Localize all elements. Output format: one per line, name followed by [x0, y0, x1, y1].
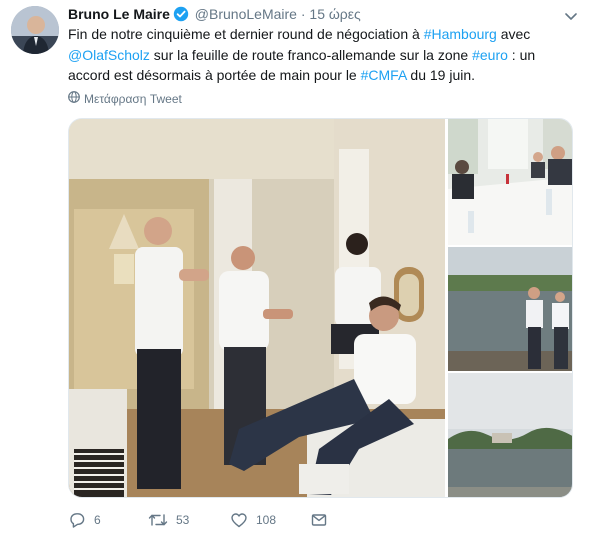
retweet-count: 53: [176, 513, 190, 527]
like-button[interactable]: 108: [230, 509, 276, 531]
tweet-text: Fin de notre cinquième et dernier round …: [68, 24, 573, 86]
tweet-text-segment: du 19 juin.: [406, 67, 476, 83]
avatar[interactable]: [11, 6, 59, 54]
reply-icon: [68, 511, 86, 529]
like-count: 108: [256, 513, 277, 527]
tweet-timestamp[interactable]: 15 ώρες: [309, 6, 360, 22]
direct-message-button[interactable]: [310, 509, 328, 531]
tweet: Bruno Le Maire @BrunoLeMaire · 15 ώρες F…: [0, 0, 591, 541]
tweet-media-grid: [68, 118, 573, 498]
photo-lakeside[interactable]: [448, 247, 572, 371]
separator: ·: [300, 6, 306, 22]
direct-message-icon: [310, 511, 328, 529]
avatar-photo: [11, 6, 59, 54]
tweet-header: Bruno Le Maire @BrunoLeMaire · 15 ώρες: [68, 4, 548, 24]
retweet-button[interactable]: 53: [148, 509, 189, 531]
tweet-link[interactable]: @OlafScholz: [68, 47, 150, 63]
photo-meeting-room[interactable]: [69, 119, 445, 497]
tweet-actions: 6 53 108: [68, 509, 488, 531]
translate-tweet-link[interactable]: Μετάφραση Tweet: [68, 91, 182, 106]
tweet-text-segment: avec: [496, 26, 531, 42]
tweet-link[interactable]: #euro: [472, 47, 508, 63]
author-name[interactable]: Bruno Le Maire: [68, 6, 170, 22]
translate-label: Μετάφραση Tweet: [84, 91, 182, 106]
author-handle[interactable]: @BrunoLeMaire: [195, 6, 297, 22]
tweet-link[interactable]: #Hambourg: [424, 26, 497, 42]
tweet-text-segment: Fin de notre cinquième et dernier round …: [68, 26, 424, 42]
retweet-icon: [148, 511, 168, 529]
like-icon: [230, 511, 248, 529]
photo-conference-table[interactable]: [448, 119, 572, 245]
photo-lake-view[interactable]: [448, 373, 572, 497]
tweet-text-segment: sur la feuille de route franco-allemande…: [149, 46, 473, 63]
reply-count: 6: [94, 513, 101, 527]
tweet-link[interactable]: #CMFA: [361, 67, 407, 83]
globe-icon: [68, 91, 80, 106]
reply-button[interactable]: 6: [68, 509, 101, 531]
